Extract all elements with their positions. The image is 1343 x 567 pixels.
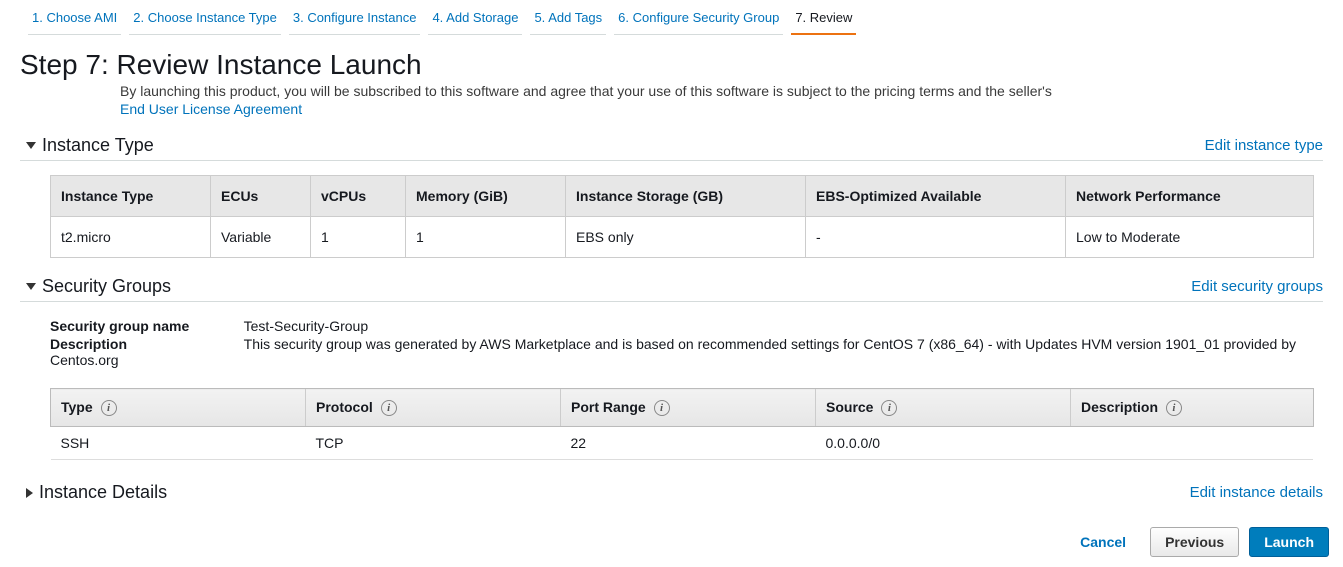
edit-instance-type-link[interactable]: Edit instance type: [1205, 137, 1323, 154]
launch-button[interactable]: Launch: [1249, 527, 1329, 557]
col-source: Source i: [816, 389, 1071, 427]
cell-description: [1071, 427, 1314, 460]
wizard-step-1[interactable]: 1. Choose AMI: [28, 4, 121, 35]
instance-type-table: Instance Type ECUs vCPUs Memory (GiB) In…: [50, 175, 1314, 258]
cell-port-range: 22: [561, 427, 816, 460]
info-icon[interactable]: i: [101, 400, 117, 416]
wizard-step-6[interactable]: 6. Configure Security Group: [614, 4, 783, 35]
sg-name-label: Security group name: [50, 318, 240, 334]
col-storage: Instance Storage (GB): [566, 176, 806, 217]
cell-ecus: Variable: [211, 217, 311, 258]
col-instance-type: Instance Type: [51, 176, 211, 217]
cell-type: SSH: [51, 427, 306, 460]
caret-right-icon[interactable]: [26, 488, 33, 498]
cell-ebs: -: [806, 217, 1066, 258]
wizard-step-7[interactable]: 7. Review: [791, 4, 856, 35]
table-row: t2.micro Variable 1 1 EBS only - Low to …: [51, 217, 1314, 258]
wizard-step-2[interactable]: 2. Choose Instance Type: [129, 4, 281, 35]
col-type: Type i: [51, 389, 306, 427]
table-header-row: Type i Protocol i Port Range i Source i …: [51, 389, 1314, 427]
info-icon[interactable]: i: [654, 400, 670, 416]
info-icon[interactable]: i: [381, 400, 397, 416]
sg-desc-label: Description: [50, 336, 240, 352]
security-group-table: Type i Protocol i Port Range i Source i …: [50, 388, 1314, 460]
edit-instance-details-link[interactable]: Edit instance details: [1190, 484, 1323, 501]
page-title: Step 7: Review Instance Launch: [20, 49, 1323, 81]
wizard-steps: 1. Choose AMI 2. Choose Instance Type 3.…: [0, 0, 1343, 35]
cell-storage: EBS only: [566, 217, 806, 258]
wizard-step-3[interactable]: 3. Configure Instance: [289, 4, 421, 35]
caret-down-icon[interactable]: [26, 283, 36, 290]
info-icon[interactable]: i: [881, 400, 897, 416]
col-ebs: EBS-Optimized Available: [806, 176, 1066, 217]
wizard-step-4[interactable]: 4. Add Storage: [428, 4, 522, 35]
section-instance-type-header: Instance Type Edit instance type: [20, 135, 1323, 161]
edit-security-groups-link[interactable]: Edit security groups: [1191, 278, 1323, 295]
info-icon[interactable]: i: [1166, 400, 1182, 416]
col-network: Network Performance: [1066, 176, 1314, 217]
table-header-row: Instance Type ECUs vCPUs Memory (GiB) In…: [51, 176, 1314, 217]
sg-name-value: Test-Security-Group: [244, 318, 368, 334]
col-ecus: ECUs: [211, 176, 311, 217]
wizard-step-5[interactable]: 5. Add Tags: [530, 4, 606, 35]
col-port-range: Port Range i: [561, 389, 816, 427]
cell-network: Low to Moderate: [1066, 217, 1314, 258]
section-instance-details-header: Instance Details Edit instance details: [20, 482, 1323, 505]
col-memory: Memory (GiB): [406, 176, 566, 217]
footer-actions: Cancel Previous Launch: [1066, 527, 1329, 557]
caret-down-icon[interactable]: [26, 142, 36, 149]
cell-vcpus: 1: [311, 217, 406, 258]
cell-instance-type: t2.micro: [51, 217, 211, 258]
cell-protocol: TCP: [306, 427, 561, 460]
previous-button[interactable]: Previous: [1150, 527, 1239, 557]
cancel-button[interactable]: Cancel: [1066, 528, 1140, 556]
table-row: SSH TCP 22 0.0.0.0/0: [51, 427, 1314, 460]
col-vcpus: vCPUs: [311, 176, 406, 217]
cell-memory: 1: [406, 217, 566, 258]
cell-source: 0.0.0.0/0: [816, 427, 1071, 460]
section-security-groups-title: Security Groups: [42, 276, 171, 297]
security-group-meta: Security group name Test-Security-Group …: [50, 318, 1323, 368]
col-description: Description i: [1071, 389, 1314, 427]
section-security-groups-header: Security Groups Edit security groups: [20, 276, 1323, 302]
eula-link[interactable]: End User License Agreement: [120, 101, 302, 117]
col-protocol: Protocol i: [306, 389, 561, 427]
section-instance-type-title: Instance Type: [42, 135, 154, 156]
section-instance-details-title: Instance Details: [39, 482, 167, 503]
intro-text: By launching this product, you will be s…: [120, 83, 1323, 99]
